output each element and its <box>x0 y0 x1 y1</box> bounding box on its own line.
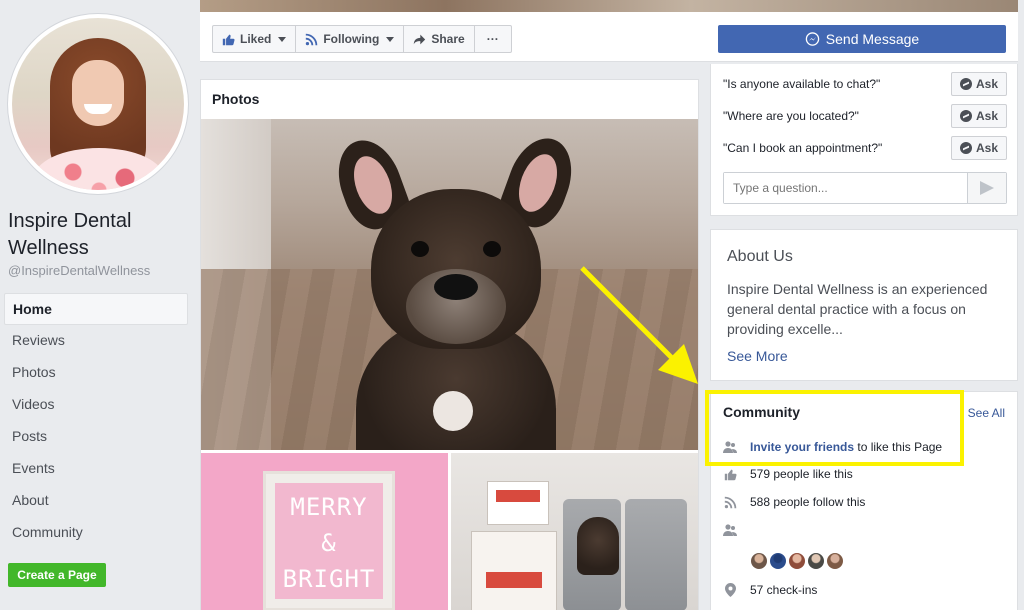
ask-label: Ask <box>975 77 998 91</box>
photo-merry-bright[interactable]: MERRY & BRIGHT <box>201 453 448 610</box>
thumbs-up-icon <box>723 467 737 481</box>
chevron-down-icon <box>386 36 395 42</box>
letterboard-line-1: MERRY <box>290 493 368 521</box>
chat-question: "Is anyone available to chat?" <box>723 77 881 91</box>
question-input[interactable] <box>724 173 967 203</box>
nav-item-events[interactable]: Events <box>4 453 188 485</box>
letterboard: MERRY & BRIGHT <box>275 483 383 599</box>
about-title: About Us <box>727 248 793 265</box>
nav-item-home[interactable]: Home <box>4 293 188 325</box>
more-options-button[interactable]: ··· <box>473 25 512 53</box>
avatar[interactable] <box>827 553 843 569</box>
chat-question-row: "Where are you located?" Ask <box>723 103 1007 129</box>
nav-item-about[interactable]: About <box>4 485 188 517</box>
page-name[interactable]: Inspire Dental Wellness <box>8 208 193 262</box>
ask-button[interactable]: Ask <box>951 136 1007 160</box>
follows-row: 588 people follow this <box>723 493 865 511</box>
messenger-icon <box>805 31 820 46</box>
letterboard-line-2: & <box>321 529 337 557</box>
annotation-highlight-box <box>705 390 964 466</box>
send-icon <box>980 181 994 195</box>
profile-picture[interactable] <box>8 14 188 194</box>
friend-avatars <box>751 553 843 569</box>
follows-count: 588 people follow this <box>750 495 866 509</box>
avatar[interactable] <box>751 553 767 569</box>
chat-question-row: "Can I book an appointment?" Ask <box>723 135 1007 161</box>
about-card: About Us Inspire Dental Wellness is an e… <box>710 229 1018 381</box>
cover-photo[interactable] <box>200 0 1018 12</box>
people-icon <box>723 523 737 537</box>
share-label: Share <box>431 32 465 46</box>
send-message-button[interactable]: Send Message <box>718 25 1006 53</box>
avatar[interactable] <box>770 553 786 569</box>
nav-item-videos[interactable]: Videos <box>4 389 188 421</box>
profile-photo-image <box>12 18 184 190</box>
photos-title[interactable]: Photos <box>212 91 259 107</box>
checkins-row: 57 check-ins <box>723 581 817 599</box>
letterboard-line-3: BRIGHT <box>282 565 376 593</box>
messenger-icon <box>959 110 972 122</box>
nav-item-reviews[interactable]: Reviews <box>4 325 188 357</box>
following-button[interactable]: Following <box>295 25 405 53</box>
messenger-icon <box>959 142 972 154</box>
rss-icon <box>723 495 737 509</box>
ask-button[interactable]: Ask <box>951 72 1007 96</box>
nav-item-posts[interactable]: Posts <box>4 421 188 453</box>
likes-row: 579 people like this <box>723 465 853 483</box>
avatar[interactable] <box>789 553 805 569</box>
nav-item-photos[interactable]: Photos <box>4 357 188 389</box>
left-sidebar: Inspire Dental Wellness @InspireDentalWe… <box>0 0 197 610</box>
ask-questions-card: "Is anyone available to chat?" Ask "Wher… <box>710 64 1018 216</box>
more-dots-icon: ··· <box>486 32 499 46</box>
about-description: Inspire Dental Wellness is an experience… <box>727 281 988 337</box>
ask-label: Ask <box>975 141 998 155</box>
location-pin-icon <box>723 583 737 597</box>
chat-question-row: "Is anyone available to chat?" Ask <box>723 71 1007 97</box>
annotation-arrow-icon <box>580 266 698 384</box>
question-input-wrap <box>723 172 1007 204</box>
page-handle[interactable]: @InspireDentalWellness <box>8 263 150 278</box>
page-actions: Liked Following Share ··· <box>212 25 512 53</box>
send-message-label: Send Message <box>825 31 920 47</box>
see-more-link[interactable]: See More <box>727 348 788 364</box>
rss-icon <box>306 33 318 45</box>
action-bar: Liked Following Share ··· Send Message <box>200 12 1018 62</box>
thumbs-up-icon <box>222 34 235 45</box>
checkins-count: 57 check-ins <box>750 583 818 597</box>
see-all-link[interactable]: See All <box>968 406 1005 420</box>
share-arrow-icon <box>414 34 426 44</box>
send-question-button[interactable] <box>967 173 1006 203</box>
share-button[interactable]: Share <box>403 25 475 53</box>
create-page-button[interactable]: Create a Page <box>8 563 106 587</box>
following-label: Following <box>323 32 380 46</box>
ask-label: Ask <box>975 109 998 123</box>
nav-item-community[interactable]: Community <box>4 517 188 549</box>
chevron-down-icon <box>278 36 287 42</box>
chat-question: "Where are you located?" <box>723 109 859 123</box>
avatar[interactable] <box>808 553 824 569</box>
messenger-icon <box>959 78 972 90</box>
photo-office-dog[interactable] <box>451 453 698 610</box>
page-nav: Home Reviews Photos Videos Posts Events … <box>4 293 188 549</box>
ask-button[interactable]: Ask <box>951 104 1007 128</box>
liked-label: Liked <box>240 32 272 46</box>
likes-count: 579 people like this <box>750 467 853 481</box>
chat-question: "Can I book an appointment?" <box>723 141 883 155</box>
friends-row <box>723 521 737 539</box>
liked-button[interactable]: Liked <box>212 25 297 53</box>
